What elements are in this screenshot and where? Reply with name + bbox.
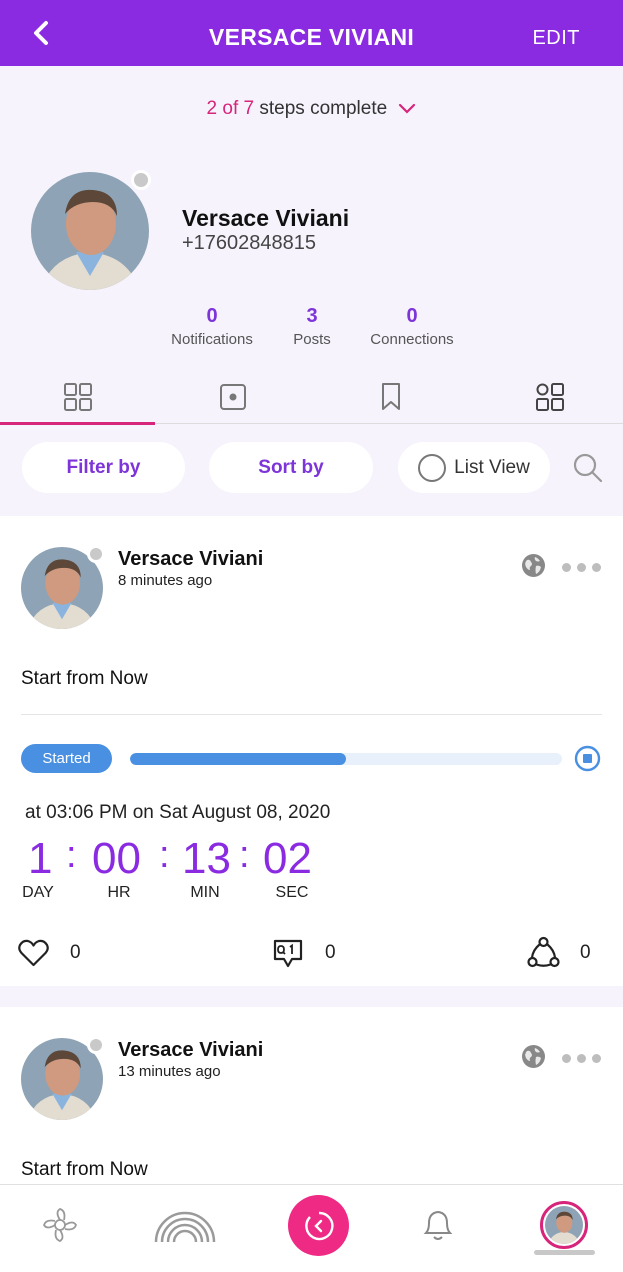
timer-seconds: 02 — [263, 834, 312, 883]
record-square-icon — [219, 384, 246, 410]
progress-fill — [130, 753, 346, 765]
post-text: Start from Now — [21, 668, 148, 689]
app-header: VERSACE VIVIANI EDIT — [0, 0, 623, 66]
comments-count: 0 — [325, 942, 336, 963]
timer-day-label: DAY — [22, 884, 54, 901]
likes-count: 0 — [70, 942, 81, 963]
stat-value: 0 — [206, 305, 218, 327]
chevron-down-icon — [399, 103, 416, 114]
timer-hours: 00 — [92, 834, 141, 883]
bookmark-icon — [381, 383, 400, 410]
profile-nav-avatar[interactable] — [540, 1201, 588, 1249]
tab-stories[interactable] — [155, 370, 310, 424]
post-author-avatar[interactable] — [21, 545, 105, 629]
steps-progress-toggle[interactable]: 2 of 7 steps complete — [0, 98, 623, 120]
stop-icon[interactable] — [574, 745, 601, 772]
timer-sec-label: SEC — [275, 884, 309, 901]
post-author-name[interactable]: Versace Viviani — [118, 1039, 263, 1062]
scheduled-datetime: at 03:06 PM on Sat August 08, 2020 — [25, 802, 331, 823]
filter-button[interactable]: Filter by — [22, 442, 185, 493]
bell-icon[interactable] — [421, 1205, 455, 1243]
more-options-icon[interactable] — [562, 1054, 601, 1063]
stat-label: Notifications — [171, 331, 253, 348]
sort-button[interactable]: Sort by — [209, 442, 373, 493]
post-card: Versace Viviani 8 minutes ago Start from… — [0, 516, 623, 986]
post-author-avatar[interactable] — [21, 1036, 105, 1120]
apps-icon — [535, 383, 564, 411]
timer-min-label: MIN — [190, 884, 220, 901]
profile-avatar[interactable] — [31, 170, 151, 290]
post-timestamp: 13 minutes ago — [118, 1063, 221, 1080]
stat-label: Posts — [293, 331, 331, 348]
timer-icon — [304, 1211, 334, 1240]
online-status-dot — [87, 1036, 105, 1054]
online-status-dot — [131, 170, 151, 190]
timer-button[interactable] — [288, 1195, 349, 1256]
post-text: Start from Now — [21, 1159, 148, 1180]
stat-value: 0 — [406, 305, 418, 327]
timer-separator: : — [239, 834, 250, 876]
list-view-label: List View — [454, 456, 530, 478]
globe-icon[interactable] — [521, 1044, 546, 1069]
post-author-name[interactable]: Versace Viviani — [118, 548, 263, 571]
page-title: VERSACE VIVIANI — [208, 24, 415, 50]
steps-of: of — [217, 98, 244, 119]
globe-icon[interactable] — [521, 553, 546, 578]
tab-grid[interactable] — [0, 370, 155, 425]
share-icon[interactable] — [527, 936, 560, 970]
timer-separator: : — [66, 834, 77, 876]
filter-label: Filter by — [66, 456, 141, 478]
profile-phone: +17602848815 — [182, 232, 317, 254]
post-timestamp: 8 minutes ago — [118, 572, 213, 589]
tab-apps[interactable] — [472, 370, 623, 424]
steps-done: 2 — [206, 98, 218, 119]
search-icon[interactable] — [572, 452, 604, 484]
tab-active-indicator — [0, 422, 155, 425]
edit-button[interactable]: EDIT — [532, 27, 580, 50]
steps-suffix: steps complete — [254, 98, 388, 119]
timer-days: 1 — [28, 834, 53, 883]
stat-label: Connections — [370, 331, 454, 348]
comment-icon[interactable] — [272, 937, 304, 969]
rainbow-icon[interactable] — [153, 1209, 217, 1243]
steps-total: 7 — [243, 98, 255, 119]
stat-posts[interactable]: 3 Posts — [280, 305, 344, 348]
bottom-nav — [0, 1184, 623, 1272]
list-view-radio[interactable] — [418, 453, 447, 482]
heart-icon[interactable] — [18, 939, 49, 967]
stat-connections[interactable]: 0 Connections — [362, 305, 462, 348]
more-options-icon[interactable] — [562, 563, 601, 572]
status-badge: Started — [21, 744, 112, 773]
sort-label: Sort by — [258, 456, 324, 478]
flower-icon[interactable] — [42, 1207, 78, 1243]
stat-notifications[interactable]: 0 Notifications — [162, 305, 262, 348]
shares-count: 0 — [580, 942, 591, 963]
list-view-toggle[interactable]: List View — [398, 442, 550, 493]
grid-icon — [63, 383, 92, 411]
tab-saved[interactable] — [313, 370, 468, 424]
post-card: Versace Viviani 13 minutes ago Start fro… — [0, 1007, 623, 1184]
progress-bar — [130, 753, 562, 765]
avatar-photo — [545, 1206, 583, 1244]
home-indicator — [534, 1250, 595, 1255]
timer-hr-label: HR — [107, 884, 131, 901]
post-divider — [21, 714, 602, 715]
avatar-photo — [31, 172, 149, 290]
timer-minutes: 13 — [182, 834, 231, 883]
profile-name: Versace Viviani — [182, 205, 350, 231]
timer-separator: : — [159, 834, 170, 876]
profile-tabs — [0, 370, 623, 425]
stat-value: 3 — [306, 305, 318, 327]
online-status-dot — [87, 545, 105, 563]
